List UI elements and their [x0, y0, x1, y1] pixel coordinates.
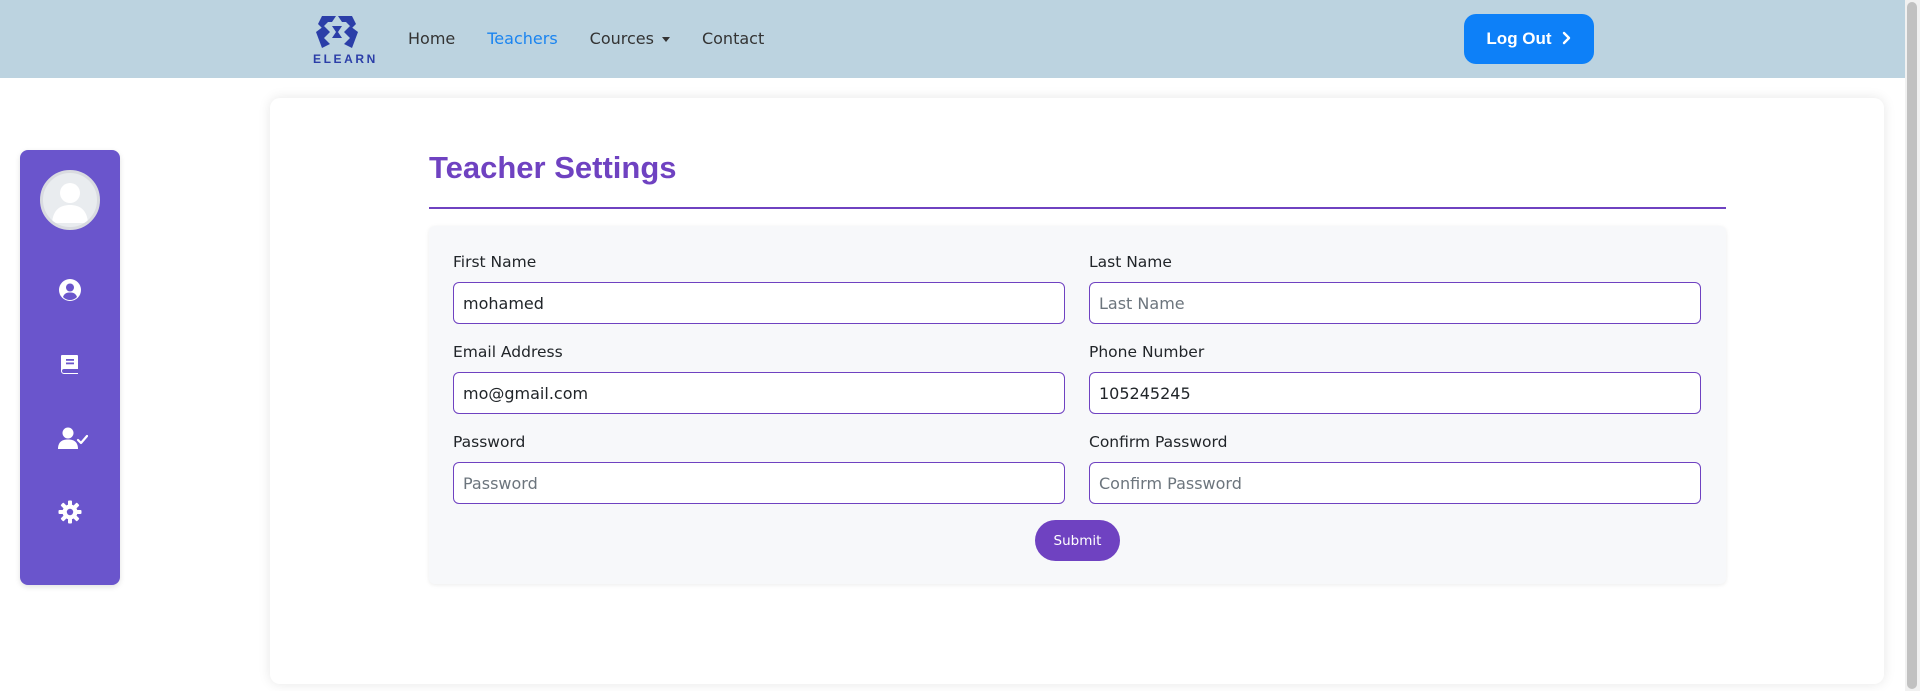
logout-label: Log Out	[1486, 29, 1552, 48]
elearn-logo[interactable]: ELEARN	[312, 14, 378, 66]
logo-mark-icon	[316, 16, 358, 48]
gear-icon[interactable]	[58, 500, 82, 524]
email-input[interactable]	[453, 372, 1065, 414]
nav-dropdown-label: Cources	[589, 29, 654, 48]
nav-dropdown-cources[interactable]: Cources	[590, 28, 670, 50]
last-name-input[interactable]	[1089, 282, 1701, 324]
nav-link-contact[interactable]: Contact	[702, 28, 764, 50]
nav-link-teachers[interactable]: Teachers	[487, 28, 557, 50]
last-name-label: Last Name	[1089, 253, 1172, 271]
user-check-icon[interactable]	[58, 426, 89, 450]
first-name-input[interactable]	[453, 282, 1065, 324]
confirm-password-label: Confirm Password	[1089, 433, 1228, 451]
phone-label: Phone Number	[1089, 343, 1205, 361]
logout-button[interactable]: Log Out	[1464, 14, 1594, 64]
top-navbar: ELEARN Home Teachers Cources Contact Log…	[0, 0, 1920, 78]
password-label: Password	[453, 433, 526, 451]
side-panel	[20, 150, 120, 585]
submit-button[interactable]: Submit	[1035, 520, 1120, 561]
user-circle-icon[interactable]	[58, 278, 82, 302]
nav-link-home[interactable]: Home	[408, 28, 455, 50]
user-silhouette-icon	[52, 183, 88, 223]
phone-input[interactable]	[1089, 372, 1701, 414]
avatar[interactable]	[40, 170, 100, 230]
logo-text: ELEARN	[313, 52, 378, 66]
nav-links: Home Teachers Cources Contact	[408, 28, 796, 50]
page-title: Teacher Settings	[429, 150, 677, 185]
first-name-label: First Name	[453, 253, 537, 271]
caret-down-icon	[661, 37, 670, 42]
chevron-right-icon	[1562, 30, 1572, 48]
book-icon[interactable]	[58, 352, 82, 376]
confirm-password-input[interactable]	[1089, 462, 1701, 504]
scrollbar-thumb[interactable]	[1907, 2, 1917, 689]
title-divider	[429, 207, 1726, 209]
password-input[interactable]	[453, 462, 1065, 504]
email-label: Email Address	[453, 343, 563, 361]
